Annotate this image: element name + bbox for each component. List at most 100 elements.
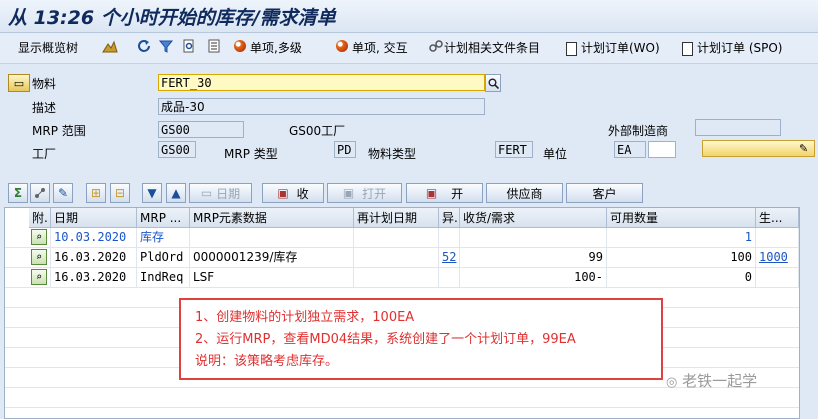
table-row[interactable]: ⌕ 16.03.2020 IndReq LSF 100- 0 [5,268,799,288]
col-attach-header[interactable]: 附. [29,208,51,228]
title-bar: 从 13:26 个小时开始的库存/需求清单 [0,0,818,33]
header-toggle-icon[interactable]: ▭ [8,74,30,92]
details-icon[interactable]: ⌕ [31,249,47,265]
external-manufacturer-field [695,119,781,136]
sum-icon[interactable]: Σ [8,183,28,203]
mountain-chart-icon[interactable] [102,38,118,54]
col-receipt-requirement-header[interactable]: 收货/需求 [460,208,607,228]
row-receipt-requirement: 100- [460,268,607,287]
col-available-qty-header[interactable]: 可用数量 [607,208,756,228]
row-replan-date [354,248,439,267]
watermark: ◎ 老铁一起学 [666,372,758,390]
col-exception-header[interactable]: 异. [439,208,460,228]
document-icon [566,41,577,56]
table-row-empty [5,388,799,408]
mrp-area-text: GS00工厂 [289,124,346,138]
mrp-type-label: MRP 类型 [224,147,278,161]
app-toolbar: 显示概览树 单项,多级 单项, 交互 计划相关文件条目 计划订单(WO) 计划订… [0,33,818,64]
edit-icon[interactable]: ✎ [53,183,73,203]
unit-field: EA [614,141,646,158]
hierarchy-icon[interactable] [30,183,50,203]
document-icon [682,41,693,56]
page-title: 从 13:26 个小时开始的库存/需求清单 [8,7,336,29]
material-type-field: FERT [495,141,533,158]
annotation-line-3: 说明：该策略考虑库存。 [195,354,339,369]
col-mrp-element-header[interactable]: MRP ... [137,208,190,228]
open-button[interactable]: ▣ 打开 [327,183,402,203]
mrp-area-label: MRP 范围 [32,124,86,138]
open2-button[interactable]: ▣ 开 [406,183,483,203]
details-icon[interactable]: ⌕ [31,269,47,285]
row-exception [439,268,460,287]
row-exception-link[interactable]: 52 [439,248,460,267]
row-mrp-element: IndReq [137,268,190,287]
material-input[interactable]: FERT_30 [158,74,485,91]
row-mrp-data: 0000001239/库存 [190,248,354,267]
collapse-tree-icon[interactable]: ⊟ [110,183,130,203]
row-mrp-data: LSF [190,268,354,287]
single-multi-icon[interactable] [233,38,249,54]
mrp-type-field: PD [334,141,356,158]
row-available-qty: 1 [607,228,756,247]
filter-icon[interactable] [158,38,174,54]
vendor-button[interactable]: 供应商 [486,183,563,203]
link-icon[interactable] [428,38,444,54]
row-date: 16.03.2020 [51,248,137,267]
external-manufacturer-label: 外部制造商 [608,124,669,138]
annotation-line-1: 1、创建物料的计划独立需求，100EA [195,310,415,325]
date-button[interactable]: ▭ 日期 [189,183,252,203]
row-replan-date [354,268,439,287]
annotation-line-2: 2、运行MRP，查看MD04结果，系统创建了一个计划订单，99EA [195,332,576,347]
material-type-label: 物料类型 [368,147,417,161]
unit-label: 单位 [543,147,568,161]
row-receipt-requirement [460,228,607,247]
row-production [756,228,799,247]
expand-tree-icon[interactable]: ⊞ [86,183,106,203]
edit-pencil-icon[interactable]: ✎ [799,142,808,155]
table-row[interactable]: ⌕ 10.03.2020 库存 1 [5,228,799,248]
unit-extra-field[interactable] [648,141,676,158]
customer-button[interactable]: 客户 [566,183,643,203]
row-date: 10.03.2020 [51,228,137,247]
arrow-up-icon[interactable]: ▲ [166,183,186,203]
details-icon[interactable]: ⌕ [31,229,47,245]
refresh-icon[interactable] [136,38,152,54]
col-production-header[interactable]: 生... [756,208,799,228]
col-mrp-data-header[interactable]: MRP元素数据 [190,208,354,228]
open2-icon: ▣ [425,186,438,200]
plant-label: 工厂 [32,147,57,161]
single-multi-level-button[interactable]: 单项,多级 [250,39,302,57]
show-overview-tree-button[interactable]: 显示概览树 [18,39,78,57]
receipt-icon: ▣ [277,186,289,200]
row-exception [439,228,460,247]
row-date: 16.03.2020 [51,268,137,287]
col-date-header[interactable]: 日期 [51,208,137,228]
single-interactive-icon[interactable] [335,38,351,54]
row-production-link[interactable]: 1000 [756,248,799,267]
document-list-icon[interactable] [206,38,222,54]
row-production [756,268,799,287]
row-available-qty: 100 [607,248,756,267]
planned-order-spo-button[interactable]: 计划订单 (SPO) [682,39,782,57]
receive-button[interactable]: ▣ 收 [262,183,324,203]
planned-order-wo-button[interactable]: 计划订单(WO) [566,39,660,57]
description-label: 描述 [32,101,57,115]
col-replan-date-header[interactable]: 再计划日期 [354,208,439,228]
table-row[interactable]: ⌕ 16.03.2020 PldOrd 0000001239/库存 52 99 … [5,248,799,268]
row-mrp-element: PldOrd [137,248,190,267]
arrow-down-icon[interactable]: ▼ [142,183,162,203]
mrp-area-field: GS00 [158,121,244,138]
row-available-qty: 0 [607,268,756,287]
row-replan-date [354,228,439,247]
material-label: 物料 [32,77,57,91]
plant-field: GS00 [158,141,196,158]
row-mrp-data [190,228,354,247]
settings-doc-icon[interactable] [181,38,197,54]
open-icon: ▣ [342,186,355,200]
single-interactive-button[interactable]: 单项, 交互 [352,39,408,57]
planning-file-entries-button[interactable]: 计划相关文件条目 [444,39,540,57]
wechat-icon: ◎ [666,375,678,390]
search-help-icon[interactable] [485,74,501,92]
description-field: 成品-30 [158,98,485,115]
row-receipt-requirement: 99 [460,248,607,267]
